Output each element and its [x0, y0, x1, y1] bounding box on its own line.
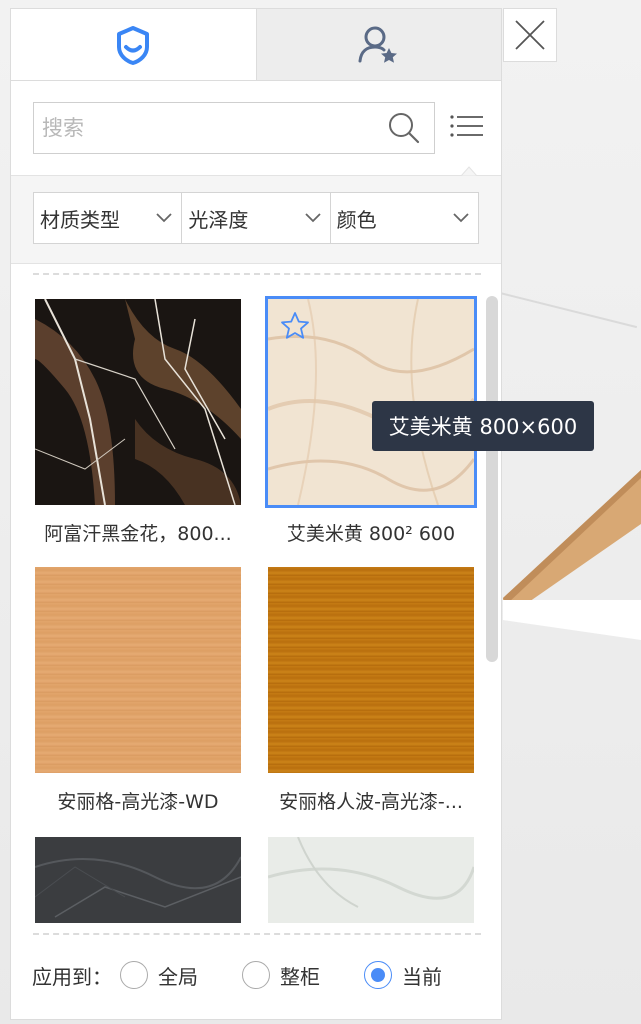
tab-public-library[interactable]	[11, 9, 256, 80]
filter-dropdowns: 材质类型 光泽度 颜色	[33, 192, 479, 244]
radio-current[interactable]: 当前	[364, 961, 442, 990]
material-grid: 阿富汗黑金花，800... 艾美米黄 800² 600 安丽格-高光漆-WD 安…	[11, 293, 501, 923]
material-item[interactable]	[268, 837, 474, 923]
filter-label: 颜色	[336, 207, 377, 232]
search-box	[33, 102, 435, 154]
chevron-down-icon	[156, 213, 172, 223]
radio-label: 当前	[402, 964, 442, 989]
radio-global[interactable]: 全局	[120, 961, 198, 990]
search-input[interactable]	[34, 103, 374, 153]
filter-color[interactable]: 颜色	[331, 193, 478, 243]
radio-label: 整柜	[280, 964, 320, 989]
filter-material-type[interactable]: 材质类型	[34, 193, 183, 243]
material-thumbnail	[268, 837, 474, 923]
search-row	[11, 81, 501, 176]
tab-my-favorites[interactable]	[255, 9, 501, 80]
radio-label: 全局	[158, 964, 198, 989]
material-panel: 材质类型 光泽度 颜色	[10, 8, 502, 1020]
caret-up-icon	[461, 166, 477, 176]
material-item[interactable]: 安丽格-高光漆-WD	[35, 567, 241, 814]
material-item[interactable]: 阿富汗黑金花，800...	[35, 299, 241, 546]
chevron-down-icon	[305, 213, 321, 223]
apply-to-row: 应用到： 全局 整柜 当前	[10, 942, 502, 1008]
material-item[interactable]	[35, 837, 241, 923]
filter-label: 材质类型	[40, 207, 120, 232]
material-name: 安丽格-高光漆-WD	[57, 791, 219, 813]
material-thumbnail	[35, 567, 241, 773]
filter-bar: 材质类型 光泽度 颜色	[11, 176, 501, 264]
material-thumbnail	[268, 567, 474, 773]
material-thumbnail	[35, 299, 241, 505]
wood-board-model	[503, 470, 641, 640]
material-tooltip: 艾美米黄 800×600	[372, 401, 594, 451]
close-icon	[515, 20, 545, 50]
star-outline-icon[interactable]	[280, 311, 310, 341]
radio-circle	[120, 961, 148, 989]
panel-tabs	[11, 9, 501, 81]
apply-label: 应用到：	[32, 964, 112, 989]
material-item[interactable]: 安丽格人波-高光漆-...	[268, 567, 474, 814]
divider	[33, 933, 481, 935]
material-name: 阿富汗黑金花，800...	[44, 523, 232, 545]
material-name: 艾美米黄 800² 600	[286, 523, 456, 545]
wall-edge	[499, 292, 638, 329]
close-button[interactable]	[503, 8, 557, 62]
chevron-down-icon	[453, 213, 469, 223]
list-view-icon[interactable]	[449, 111, 485, 141]
user-star-icon	[358, 26, 397, 63]
search-icon[interactable]	[374, 103, 434, 153]
divider	[33, 273, 481, 275]
filter-glossiness[interactable]: 光泽度	[182, 193, 331, 243]
filter-label: 光泽度	[188, 207, 249, 232]
material-thumbnail	[35, 837, 241, 923]
shield-smile-icon	[117, 25, 150, 65]
scrollbar-thumb[interactable]	[486, 296, 498, 662]
radio-circle	[242, 961, 270, 989]
radio-circle	[364, 961, 392, 989]
material-name: 安丽格人波-高光漆-...	[279, 791, 463, 813]
radio-cabinet[interactable]: 整柜	[242, 961, 320, 990]
